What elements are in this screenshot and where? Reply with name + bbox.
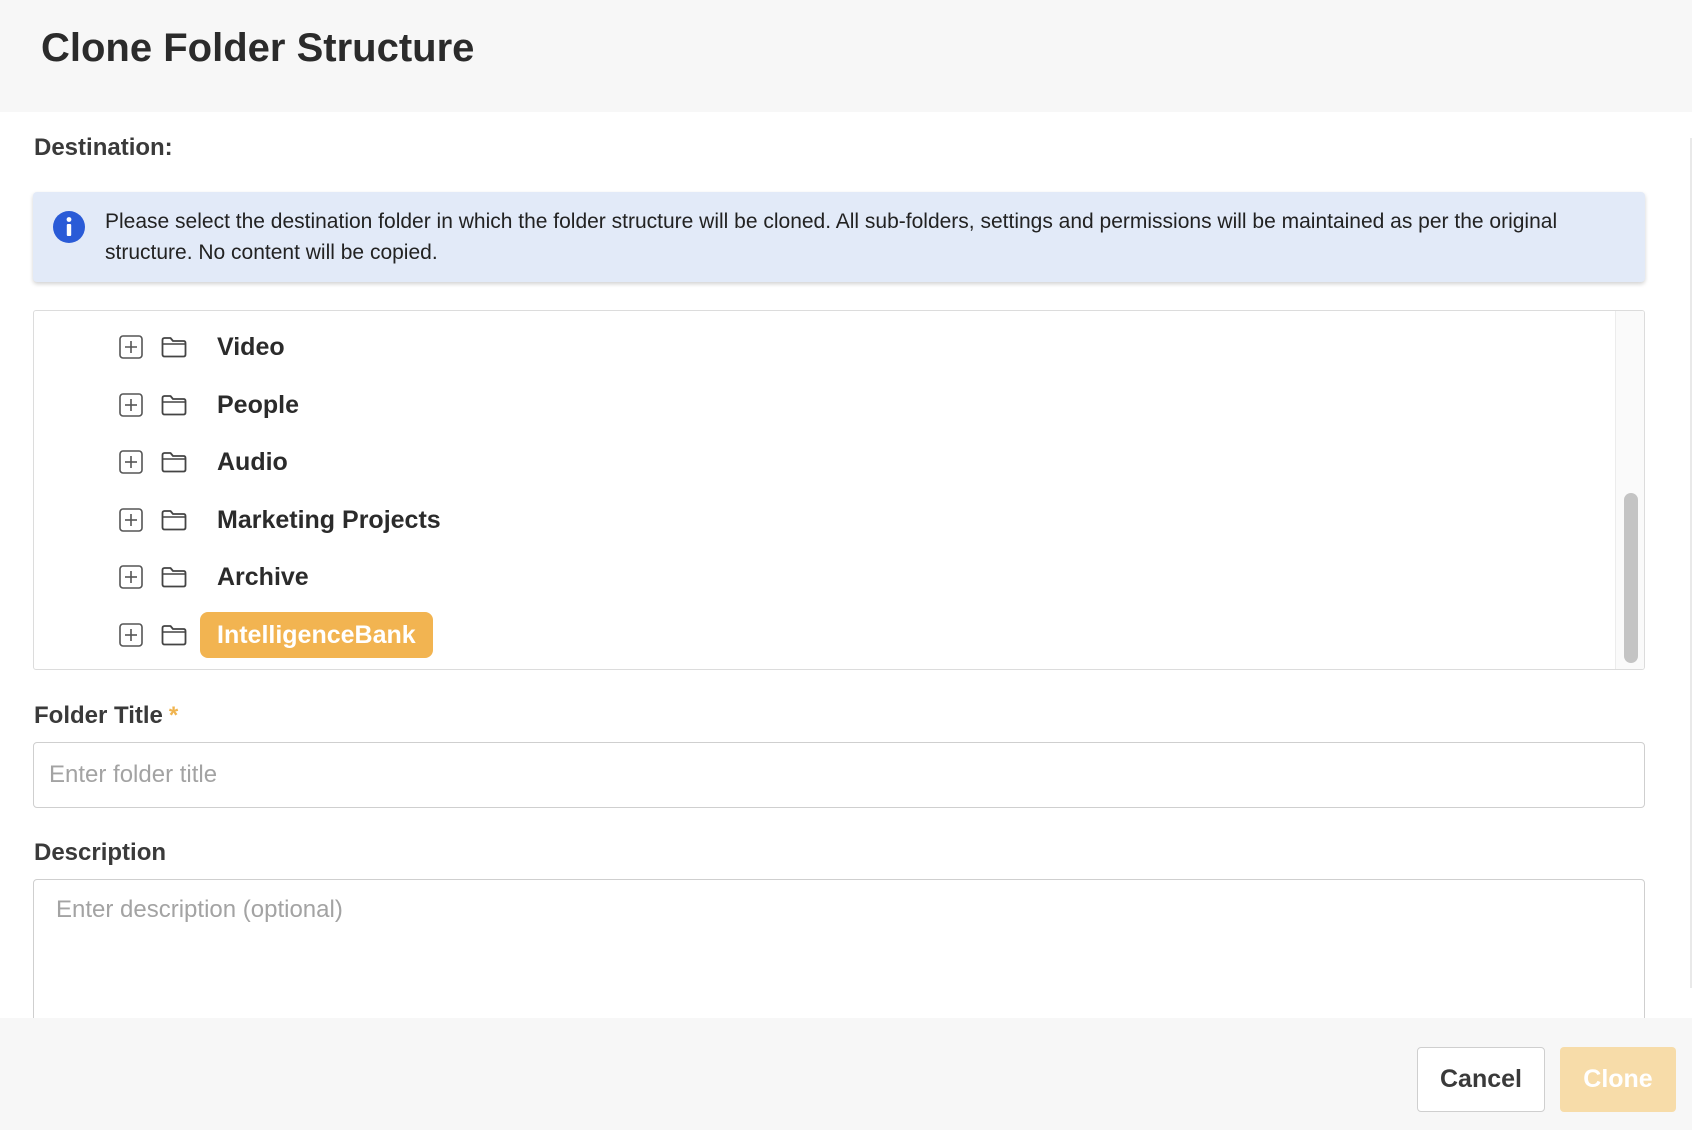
description-label: Description [34, 839, 167, 866]
folder-icon [161, 452, 187, 473]
folder-icon [161, 567, 187, 588]
tree-scrollbar[interactable] [1615, 311, 1644, 669]
expand-plus-icon[interactable] [119, 623, 143, 647]
expand-plus-icon[interactable] [119, 450, 143, 474]
required-mark: * [168, 702, 179, 729]
folder-label[interactable]: IntelligenceBank [200, 612, 433, 658]
folder-icon [161, 394, 187, 415]
clone-folder-modal: Clone Folder Structure Destination: Plea… [0, 0, 1692, 1130]
description-textarea[interactable] [33, 879, 1645, 1018]
folder-icon [161, 337, 187, 358]
modal-header: Clone Folder Structure [0, 0, 1692, 112]
tree-scrollbar-thumb[interactable] [1624, 493, 1638, 663]
expand-plus-icon[interactable] [119, 565, 143, 590]
tree-row[interactable]: Marketing Projects [34, 491, 1614, 549]
clone-button[interactable]: Clone [1560, 1047, 1676, 1112]
info-icon [53, 211, 85, 243]
expand-plus-icon[interactable] [119, 335, 143, 359]
tree-row[interactable]: Audio [34, 433, 1614, 491]
info-text: Please select the destination folder in … [105, 210, 1558, 264]
cancel-button[interactable]: Cancel [1417, 1047, 1545, 1112]
tree-row[interactable]: Video [34, 318, 1614, 376]
modal-footer: Cancel Clone [0, 1018, 1692, 1130]
destination-label: Destination: [34, 134, 173, 161]
expand-plus-icon[interactable] [119, 507, 143, 532]
modal-title: Clone Folder Structure [41, 26, 475, 70]
expand-plus-icon[interactable] [119, 392, 143, 417]
tree-row[interactable]: IntelligenceBank [34, 606, 1614, 664]
folder-label[interactable]: Video [200, 324, 302, 370]
folder-icon [161, 509, 187, 531]
folder-title-label: Folder Title * [34, 702, 178, 730]
folder-label[interactable]: Archive [200, 554, 326, 600]
folder-icon [161, 625, 187, 646]
folder-title-input[interactable] [33, 742, 1645, 808]
info-banner: Please select the destination folder in … [33, 192, 1645, 282]
folder-label[interactable]: People [200, 382, 316, 428]
folder-label[interactable]: Audio [200, 439, 305, 485]
folder-tree: Video People Audio Marketing Projects Archiv… [33, 310, 1645, 670]
modal-body: Destination: Please select the destinati… [0, 112, 1692, 1018]
tree-row[interactable]: Archive [34, 548, 1614, 606]
folder-label[interactable]: Marketing Projects [200, 497, 458, 543]
tree-row[interactable]: People [34, 376, 1614, 434]
folder-title-label-text: Folder Title [34, 702, 163, 729]
